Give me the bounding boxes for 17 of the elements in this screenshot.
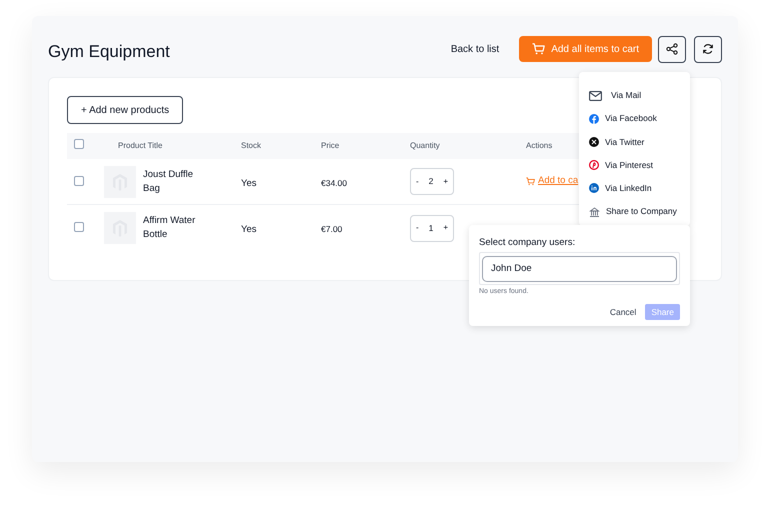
product-title: Joust Duffle Bag	[143, 168, 194, 196]
page-title: Gym Equipment	[48, 42, 170, 60]
column-header: Quantity	[410, 141, 440, 150]
decrease-icon: -	[416, 176, 419, 188]
increase-icon: +	[443, 222, 448, 234]
stock-value: Yes	[241, 224, 256, 235]
decrease-icon: -	[416, 222, 419, 234]
price-value: €34.00	[321, 178, 347, 188]
stock-value: Yes	[241, 178, 256, 188]
column-header: Price	[321, 141, 340, 150]
product-title: Affirm Water Bottle	[143, 214, 196, 242]
column-header: Actions	[526, 141, 552, 150]
field-label: Select company users:	[479, 236, 576, 250]
increase-icon: +	[443, 176, 448, 188]
column-header: Stock	[241, 141, 262, 150]
column-header: Product Title	[118, 141, 162, 150]
price-value: €7.00	[321, 224, 342, 234]
